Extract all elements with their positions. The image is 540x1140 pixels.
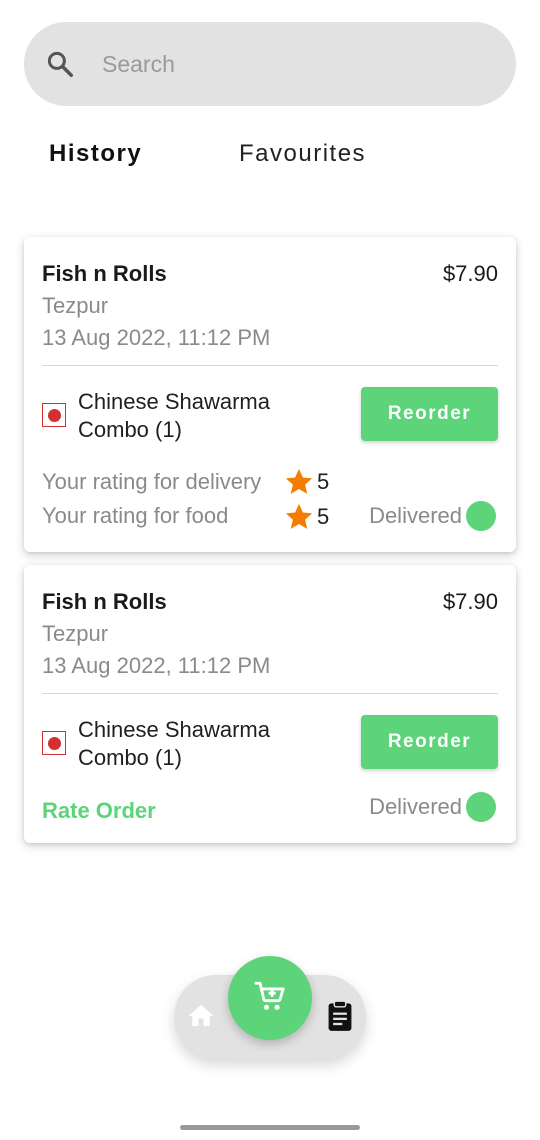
restaurant-city: Tezpur: [42, 293, 109, 318]
order-card: Fish n Rolls $7.90 Tezpur 13 Aug 2022, 1…: [24, 237, 516, 552]
status-label: Delivered: [369, 503, 462, 528]
clipboard-icon[interactable]: [326, 1000, 354, 1032]
order-price: $7.90: [442, 261, 498, 286]
cart-icon: [253, 979, 287, 1018]
home-indicator[interactable]: [180, 1125, 360, 1130]
delivery-rating-value: 5: [317, 469, 330, 494]
search-bar[interactable]: [24, 22, 516, 106]
status-dot-icon: [466, 501, 496, 531]
food-rating-label: Your rating for food: [42, 503, 229, 528]
order-status: Delivered: [369, 792, 496, 822]
divider: [42, 365, 498, 366]
divider: [42, 693, 498, 694]
order-date: 13 Aug 2022, 11:12 PM: [42, 325, 271, 350]
delivery-rating-label: Your rating for delivery: [42, 469, 262, 494]
tab-favourites[interactable]: Favourites: [239, 140, 366, 168]
star-icon: [284, 502, 314, 532]
order-card: Fish n Rolls $7.90 Tezpur 13 Aug 2022, 1…: [24, 565, 516, 843]
non-veg-mark-icon: [42, 731, 66, 755]
star-icon: [284, 467, 314, 497]
order-item: Chinese Shawarma Combo (1): [78, 717, 270, 770]
restaurant-name: Fish n Rolls: [42, 261, 167, 286]
order-history-screen: History Favourites Fish n Rolls $7.90 Te…: [0, 0, 540, 1140]
order-status: Delivered: [369, 501, 496, 531]
status-label: Delivered: [369, 794, 462, 819]
reorder-button[interactable]: Reorder: [361, 387, 498, 441]
search-input[interactable]: [102, 50, 482, 78]
rate-order-link[interactable]: Rate Order: [42, 798, 156, 824]
food-rating-value: 5: [317, 504, 330, 529]
cart-button[interactable]: [228, 956, 312, 1040]
order-price: $7.90: [442, 589, 498, 614]
order-item: Chinese Shawarma Combo (1): [78, 389, 270, 442]
home-icon[interactable]: [186, 1001, 216, 1031]
restaurant-name: Fish n Rolls: [42, 589, 167, 614]
reorder-button[interactable]: Reorder: [361, 715, 498, 769]
search-icon: [44, 48, 76, 80]
order-date: 13 Aug 2022, 11:12 PM: [42, 653, 271, 678]
non-veg-mark-icon: [42, 403, 66, 427]
restaurant-city: Tezpur: [42, 621, 109, 646]
status-dot-icon: [466, 792, 496, 822]
tab-history[interactable]: History: [49, 140, 142, 168]
